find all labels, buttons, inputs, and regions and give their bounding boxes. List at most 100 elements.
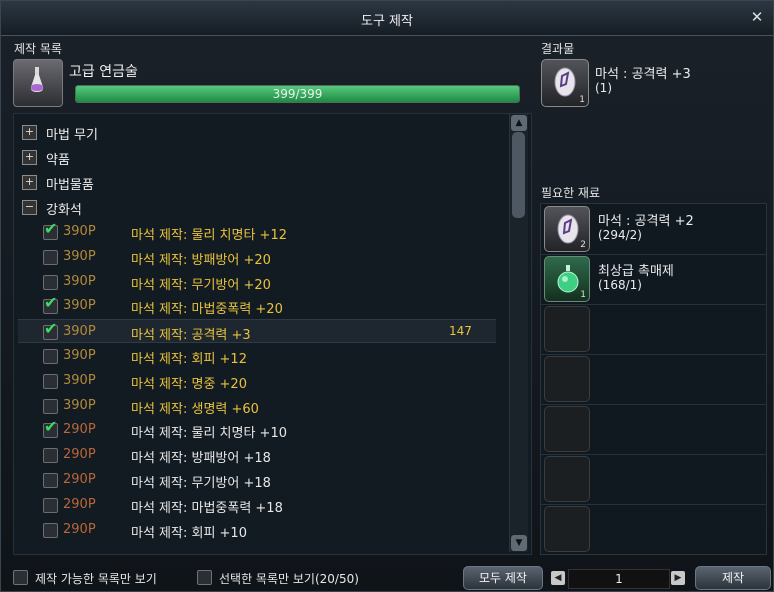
recipe-row[interactable]: 290P 마석 제작: 마법중폭력 +18	[34, 493, 504, 517]
recipe-checkbox[interactable]: ✔	[43, 321, 58, 341]
recipe-row[interactable]: 390P 마석 제작: 무기방어 +20	[34, 270, 504, 294]
recipe-checkbox[interactable]	[43, 249, 58, 265]
empty-slot	[544, 506, 590, 552]
category-label: 강화석	[46, 203, 82, 218]
recipe-row[interactable]: ✔ 290P 마석 제작: 물리 치명타 +10	[34, 418, 504, 442]
recipe-checkbox[interactable]	[43, 522, 58, 538]
recipe-checkbox[interactable]	[43, 473, 58, 488]
recipe-name: 마석 제작: 회피 +10	[131, 525, 247, 541]
material-name: 마석 : 공격력 +2	[598, 214, 694, 229]
scroll-up-icon[interactable]: ▲	[511, 115, 527, 131]
recipe-row[interactable]: 290P 마석 제작: 방패방어 +18	[34, 443, 504, 467]
recipe-name: 마석 제작: 무기방어 +18	[131, 476, 271, 491]
recipe-name: 마석 제작: 생명력 +60	[131, 401, 259, 417]
title-bar[interactable]: 도구 제작 ✕	[1, 1, 773, 36]
result-slot[interactable]: 1	[541, 59, 589, 107]
window-title: 도구 제작	[361, 14, 413, 29]
material-row[interactable]: 1 최상급 촉매제 (168/1)	[541, 254, 766, 305]
close-icon[interactable]: ✕	[749, 9, 765, 25]
empty-slot	[544, 406, 590, 452]
recipe-row[interactable]: ✔ 390P 마석 제작: 공격력 +3 147	[18, 319, 496, 344]
skill-progress-text: 399/399	[272, 87, 323, 101]
recipe-checkbox[interactable]	[43, 349, 58, 364]
material-row-empty	[541, 404, 766, 455]
recipe-checkbox[interactable]	[43, 274, 58, 290]
recipe-checkbox[interactable]	[43, 497, 58, 513]
skill-progress-bar: 399/399	[75, 85, 520, 103]
recipe-name: 마석 제작: 명중 +20	[131, 376, 247, 392]
craft-all-button[interactable]: 모두 제작	[463, 566, 543, 590]
recipe-row[interactable]: 390P 마석 제작: 회피 +12	[34, 344, 504, 368]
empty-slot	[544, 356, 590, 402]
expand-icon[interactable]: +	[22, 175, 37, 190]
recipe-name: 마석 제작: 마법중폭력 +20	[131, 302, 283, 318]
material-slot-count: 1	[580, 290, 586, 300]
material-slot[interactable]: 1	[544, 256, 590, 302]
category-header[interactable]: + 마법 무기	[20, 120, 500, 144]
recipe-checkbox[interactable]: ✔	[43, 295, 58, 315]
recipe-points: 290P	[63, 472, 96, 487]
craft-amount-input[interactable]: 1	[568, 569, 670, 589]
material-row-empty	[541, 454, 766, 505]
recipe-row[interactable]: 290P 마석 제작: 회피 +10	[34, 518, 504, 542]
only-craftable-checkbox[interactable]	[13, 570, 28, 585]
craft-list-label: 제작 목록	[14, 42, 62, 56]
materials-panel: 2 마석 : 공격력 +2 (294/2) 1 최상급 촉매제 (168/1)	[540, 203, 767, 555]
increase-amount-icon[interactable]: ▶	[671, 571, 685, 585]
material-name: 최상급 촉매제	[598, 264, 674, 279]
recipe-name: 고급 연금술	[69, 64, 138, 80]
scroll-thumb[interactable]	[512, 132, 525, 218]
checkmark-icon: ✔	[44, 293, 58, 313]
result-quantity: (1)	[595, 81, 612, 95]
recipe-points: 290P	[63, 521, 96, 537]
only-selected-checkbox[interactable]	[197, 570, 212, 585]
recipe-checkbox[interactable]: ✔	[43, 419, 58, 439]
category-header[interactable]: + 마법물품	[20, 170, 500, 194]
recipe-name: 마석 제작: 물리 치명타 +12	[131, 228, 287, 243]
crafting-window: 도구 제작 ✕ 제작 목록 고급 연금술 399/399 + 마법 무기 + 약품 + 마…	[0, 0, 774, 592]
recipe-row[interactable]: 390P 마석 제작: 생명력 +60	[34, 394, 504, 418]
recipe-checkbox[interactable]	[43, 448, 58, 464]
scroll-down-icon[interactable]: ▼	[511, 535, 527, 551]
material-quantity: (294/2)	[598, 228, 642, 242]
recipe-count: 147	[449, 324, 472, 339]
recipe-points: 390P	[63, 348, 96, 363]
recipe-row[interactable]: 390P 마석 제작: 명중 +20	[34, 369, 504, 393]
recipe-name: 마석 제작: 공격력 +3	[131, 328, 251, 344]
flask-icon	[30, 67, 44, 92]
empty-slot	[544, 456, 590, 502]
material-slot[interactable]: 2	[544, 206, 590, 252]
checkmark-icon: ✔	[44, 319, 58, 339]
category-header[interactable]: − 강화석	[20, 195, 500, 219]
recipe-points: 290P	[63, 447, 96, 463]
category-label: 약품	[46, 153, 70, 168]
only-craftable-label: 제작 가능한 목록만 보기	[35, 572, 157, 586]
magic-stone-icon	[554, 67, 576, 97]
recipe-row[interactable]: 390P 마석 제작: 방패방어 +20	[34, 245, 504, 269]
recipe-row[interactable]: 290P 마석 제작: 무기방어 +18	[34, 468, 504, 492]
recipe-name: 마석 제작: 방패방어 +18	[131, 451, 271, 467]
material-row[interactable]: 2 마석 : 공격력 +2 (294/2)	[541, 204, 766, 255]
decrease-amount-icon[interactable]: ◀	[551, 571, 565, 585]
recipe-list-scrollbar[interactable]: ▲ ▼	[509, 114, 528, 552]
recipe-row[interactable]: ✔ 390P 마석 제작: 마법중폭력 +20	[34, 294, 504, 318]
recipe-name: 마석 제작: 물리 치명타 +10	[131, 426, 287, 442]
recipe-points: 390P	[63, 324, 96, 340]
expand-icon[interactable]: +	[22, 150, 37, 165]
expand-icon[interactable]: +	[22, 125, 37, 140]
recipe-checkbox[interactable]	[43, 373, 58, 389]
recipe-points: 390P	[63, 273, 96, 289]
materials-label: 필요한 재료	[541, 186, 601, 200]
recipe-checkbox[interactable]	[43, 398, 58, 414]
recipe-points: 390P	[63, 372, 96, 388]
category-header[interactable]: + 약품	[20, 145, 500, 169]
only-selected-label: 선택한 목록만 보기(20/50)	[219, 572, 359, 586]
recipe-checkbox[interactable]: ✔	[43, 221, 58, 240]
checkmark-icon: ✔	[44, 417, 58, 437]
recipe-row[interactable]: ✔ 390P 마석 제작: 물리 치명타 +12	[34, 220, 504, 244]
collapse-icon[interactable]: −	[22, 200, 37, 215]
empty-slot	[544, 306, 590, 352]
material-slot-count: 2	[580, 240, 586, 250]
craft-button[interactable]: 제작	[695, 566, 771, 590]
material-quantity: (168/1)	[598, 278, 642, 292]
